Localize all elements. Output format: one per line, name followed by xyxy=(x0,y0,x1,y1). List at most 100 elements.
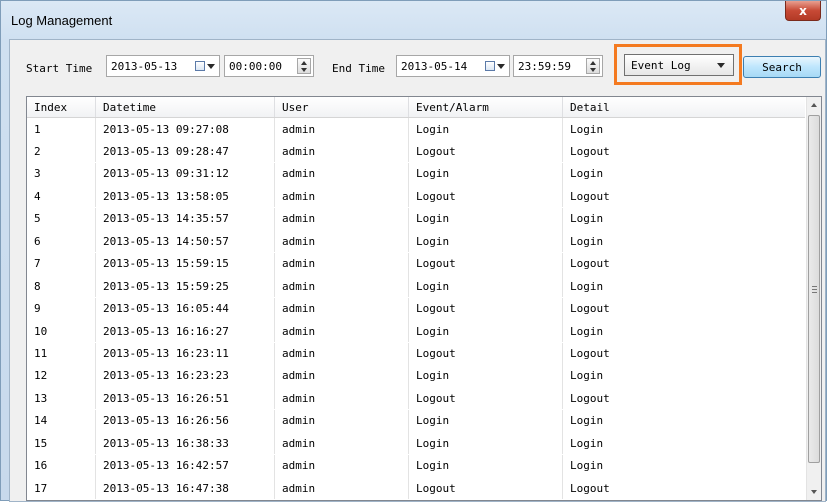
spin-up-icon[interactable] xyxy=(590,61,596,65)
start-time-spinner[interactable] xyxy=(297,58,311,74)
cell-event-alarm: Login xyxy=(409,118,563,140)
vertical-scrollbar[interactable] xyxy=(806,97,821,500)
cell-datetime: 2013-05-13 16:23:23 xyxy=(96,364,275,387)
calendar-dropdown-icon[interactable] xyxy=(485,59,507,73)
scroll-up-icon[interactable] xyxy=(811,103,817,107)
window-title: Log Management xyxy=(11,13,113,28)
cell-datetime: 2013-05-13 16:38:33 xyxy=(96,432,275,455)
cell-user: admin xyxy=(275,252,409,275)
start-time-value: 00:00:00 xyxy=(229,59,282,73)
table-row[interactable]: 7 2013-05-13 15:59:15 admin Logout Logout xyxy=(27,252,805,275)
cell-datetime: 2013-05-13 09:27:08 xyxy=(96,118,275,140)
cell-detail: Login xyxy=(570,122,604,136)
cell-detail: Login xyxy=(570,369,604,383)
cell-detail: Login xyxy=(570,459,604,473)
cell-user: admin xyxy=(275,275,409,298)
log-management-window: Log Management x Start Time 2013-05-13 0… xyxy=(0,0,827,502)
cell-detail: Login xyxy=(570,414,604,428)
cell-index: 5 xyxy=(27,207,96,230)
cell-user: admin xyxy=(275,140,409,163)
column-header-index[interactable]: Index xyxy=(27,97,96,117)
calendar-dropdown-icon[interactable] xyxy=(195,59,217,73)
cell-detail: Login xyxy=(570,324,604,338)
cell-index: 9 xyxy=(27,297,96,320)
spin-down-icon[interactable] xyxy=(590,68,596,72)
cell-user: admin xyxy=(275,162,409,185)
cell-event-alarm: Logout xyxy=(409,387,563,410)
dialog-body: Start Time 2013-05-13 00:00:00 End Time … xyxy=(9,39,826,502)
start-time-field[interactable]: 00:00:00 xyxy=(224,55,314,77)
cell-detail: Login xyxy=(570,279,604,293)
cell-index: 12 xyxy=(27,364,96,387)
cell-index: 15 xyxy=(27,432,96,455)
cell-datetime: 2013-05-13 16:42:57 xyxy=(96,454,275,477)
table-row[interactable]: 14 2013-05-13 16:26:56 admin Login Login xyxy=(27,409,805,432)
cell-index: 1 xyxy=(27,118,96,140)
table-row[interactable]: 1 2013-05-13 09:27:08 admin Login Login xyxy=(27,118,805,140)
end-time-field[interactable]: 23:59:59 xyxy=(513,55,603,77)
table-row[interactable]: 6 2013-05-13 14:50:57 admin Login Login xyxy=(27,230,805,253)
table-row[interactable]: 16 2013-05-13 16:42:57 admin Login Login xyxy=(27,454,805,477)
table-row[interactable]: 5 2013-05-13 14:35:57 admin Login Login xyxy=(27,207,805,230)
table-row[interactable]: 2 2013-05-13 09:28:47 admin Logout Logout xyxy=(27,140,805,163)
close-button[interactable]: x xyxy=(785,1,821,21)
cell-datetime: 2013-05-13 09:31:12 xyxy=(96,162,275,185)
cell-detail: Login xyxy=(570,436,604,450)
cell-user: admin xyxy=(275,387,409,410)
start-date-picker[interactable]: 2013-05-13 xyxy=(106,55,220,77)
table-row[interactable]: 17 2013-05-13 16:47:38 admin Logout Logout xyxy=(27,477,805,500)
table-row[interactable]: 10 2013-05-13 16:16:27 admin Login Login xyxy=(27,320,805,343)
cell-event-alarm: Logout xyxy=(409,252,563,275)
column-header-datetime[interactable]: Datetime xyxy=(96,97,275,117)
cell-detail: Login xyxy=(570,212,604,226)
cell-datetime: 2013-05-13 16:47:38 xyxy=(96,477,275,500)
title-bar[interactable]: Log Management x xyxy=(1,1,826,39)
column-header-event-alarm[interactable]: Event/Alarm xyxy=(409,97,563,117)
cell-event-alarm: Login xyxy=(409,432,563,455)
close-icon: x xyxy=(799,3,807,18)
cell-user: admin xyxy=(275,118,409,140)
spin-down-icon[interactable] xyxy=(301,68,307,72)
table-row[interactable]: 15 2013-05-13 16:38:33 admin Login Login xyxy=(27,432,805,455)
table-row[interactable]: 8 2013-05-13 15:59:25 admin Login Login xyxy=(27,275,805,298)
cell-event-alarm: Logout xyxy=(409,477,563,500)
cell-user: admin xyxy=(275,477,409,500)
cell-event-alarm: Logout xyxy=(409,185,563,208)
cell-event-alarm: Login xyxy=(409,454,563,477)
cell-user: admin xyxy=(275,454,409,477)
table-row[interactable]: 11 2013-05-13 16:23:11 admin Logout Logout xyxy=(27,342,805,365)
cell-datetime: 2013-05-13 09:28:47 xyxy=(96,140,275,163)
end-date-picker[interactable]: 2013-05-14 xyxy=(396,55,510,77)
cell-index: 16 xyxy=(27,454,96,477)
cell-event-alarm: Login xyxy=(409,275,563,298)
cell-user: admin xyxy=(275,342,409,365)
end-time-label: End Time xyxy=(332,62,385,75)
end-date-value: 2013-05-14 xyxy=(401,59,468,73)
column-header-user[interactable]: User xyxy=(275,97,409,117)
cell-index: 11 xyxy=(27,342,96,365)
cell-detail: Logout xyxy=(570,481,610,495)
log-type-select[interactable]: Event Log xyxy=(624,54,734,76)
cell-detail: Logout xyxy=(570,257,610,271)
cell-detail: Login xyxy=(570,234,604,248)
cell-datetime: 2013-05-13 14:35:57 xyxy=(96,207,275,230)
end-time-spinner[interactable] xyxy=(586,58,600,74)
table-row[interactable]: 3 2013-05-13 09:31:12 admin Login Login xyxy=(27,162,805,185)
cell-datetime: 2013-05-13 15:59:25 xyxy=(96,275,275,298)
spin-up-icon[interactable] xyxy=(301,61,307,65)
cell-index: 8 xyxy=(27,275,96,298)
search-button[interactable]: Search xyxy=(743,56,821,78)
cell-index: 2 xyxy=(27,140,96,163)
table-row[interactable]: 12 2013-05-13 16:23:23 admin Login Login xyxy=(27,364,805,387)
cell-datetime: 2013-05-13 16:26:51 xyxy=(96,387,275,410)
scroll-down-icon[interactable] xyxy=(811,490,817,494)
scrollbar-thumb[interactable] xyxy=(808,115,820,463)
table-row[interactable]: 4 2013-05-13 13:58:05 admin Logout Logout xyxy=(27,185,805,208)
column-header-detail[interactable]: Detail xyxy=(563,97,805,117)
table-row[interactable]: 9 2013-05-13 16:05:44 admin Logout Logout xyxy=(27,297,805,320)
table-row[interactable]: 13 2013-05-13 16:26:51 admin Logout Logout xyxy=(27,387,805,410)
cell-index: 17 xyxy=(27,477,96,500)
log-type-value: Event Log xyxy=(631,58,691,72)
cell-event-alarm: Login xyxy=(409,207,563,230)
cell-index: 7 xyxy=(27,252,96,275)
